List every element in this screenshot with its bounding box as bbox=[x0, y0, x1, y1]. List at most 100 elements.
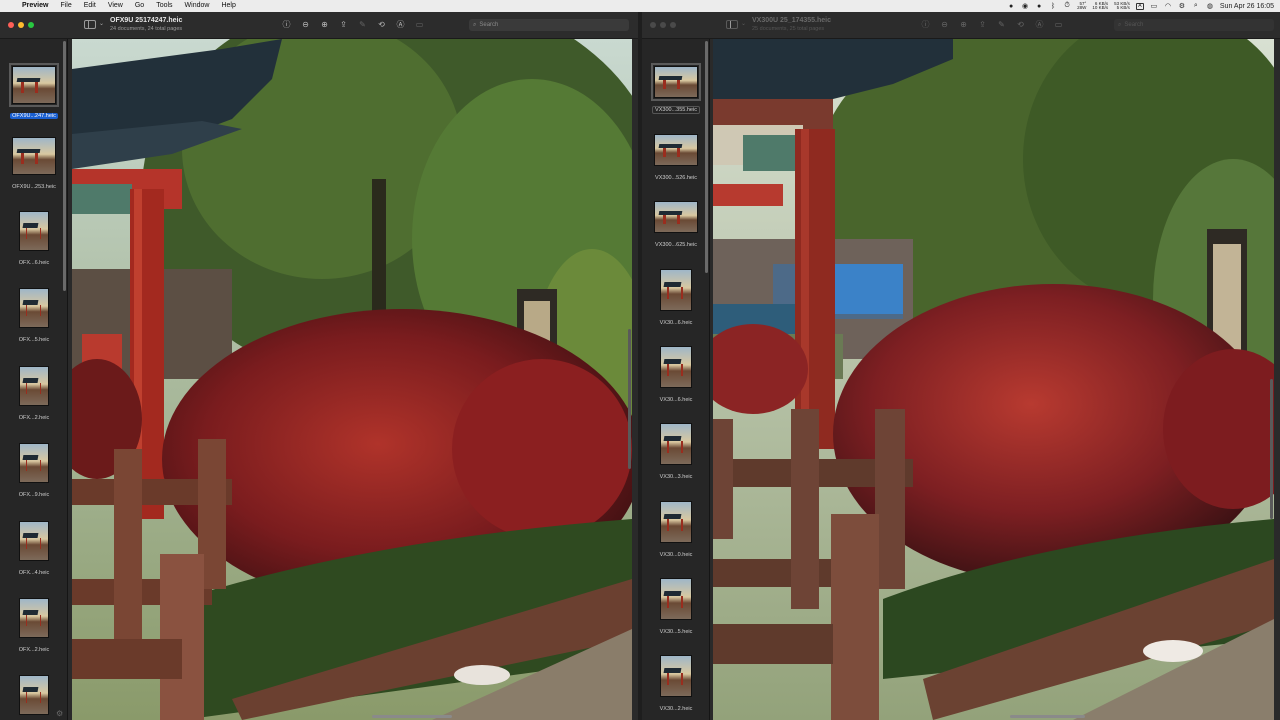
zoom-button[interactable] bbox=[670, 22, 676, 28]
toolbar: ⓘ ⊖ ⊕ ⇪ ✎ ⟲ Ⓐ ▭ bbox=[281, 19, 425, 30]
photo-view-right[interactable] bbox=[713, 39, 1274, 720]
document-title[interactable]: VX300U 25_174355.heic bbox=[752, 17, 831, 24]
timer-icon[interactable]: ⏱ bbox=[1063, 2, 1071, 10]
thumbnail-item[interactable]: VX30...3.heic bbox=[642, 423, 710, 483]
thumbnail-item[interactable]: VX300...625.heic bbox=[642, 201, 710, 251]
thumbnail-item[interactable]: VX30...0.heic bbox=[642, 501, 710, 561]
airplay-icon[interactable]: ▭ bbox=[1150, 3, 1158, 10]
thumbnail-item[interactable]: OFX...4.heic bbox=[0, 521, 68, 579]
thumbnail-item[interactable]: VX30...6.heic bbox=[642, 346, 710, 406]
annotate-icon[interactable]: Ⓐ bbox=[1034, 19, 1045, 30]
net-stats-2[interactable]: 53 KB/s 5 KB/s bbox=[1114, 1, 1130, 11]
chevron-down-icon[interactable]: ⌄ bbox=[741, 20, 746, 27]
thumbnail-item[interactable]: VX300...355.heic bbox=[642, 63, 710, 116]
sidebar-scrollbar[interactable] bbox=[705, 41, 708, 273]
share-icon[interactable]: ⇪ bbox=[977, 19, 988, 30]
thumbnail-image bbox=[654, 201, 698, 233]
chat-icon[interactable]: ● bbox=[1035, 3, 1043, 10]
status-area: ● ◉ ● ᛒ ⏱ 57° 28W 6 KB/s 10 KB/s 53 KB/s 5 … bbox=[1007, 0, 1274, 12]
thumbnail-image bbox=[651, 63, 701, 101]
thumbnail-label: VX30...6.heic bbox=[659, 320, 693, 326]
cpu-power: 28W bbox=[1077, 5, 1087, 10]
titlebar-left: ⌄ OFX9U 25174247.heic 24 documents, 24 t… bbox=[0, 12, 638, 39]
chevron-down-icon[interactable]: ⌄ bbox=[99, 20, 104, 27]
thumbnail-image bbox=[12, 137, 56, 175]
form-icon[interactable]: ▭ bbox=[1053, 19, 1064, 30]
info-icon[interactable]: ⓘ bbox=[281, 19, 292, 30]
thumbnail-item[interactable]: OFX...2.heic bbox=[0, 366, 68, 424]
thumbnail-label: OFX...6.heic bbox=[18, 260, 50, 266]
zoom-out-icon[interactable]: ⊖ bbox=[939, 19, 950, 30]
thumbnail-label: OFX...9.heic bbox=[18, 492, 50, 498]
thumbnail-item[interactable]: OFX...2.heic bbox=[0, 598, 68, 656]
minimize-button[interactable] bbox=[18, 22, 24, 28]
cpu-stats[interactable]: 57° 28W bbox=[1077, 1, 1087, 11]
gear-icon[interactable]: ⚙ bbox=[56, 709, 63, 718]
bluetooth-icon[interactable]: ᛒ bbox=[1049, 3, 1057, 10]
horizontal-scrollbar[interactable] bbox=[1010, 715, 1085, 718]
thumbnail-item[interactable]: OFX9U...247.heic bbox=[0, 63, 68, 122]
horizontal-scrollbar[interactable] bbox=[372, 715, 452, 718]
close-button[interactable] bbox=[650, 22, 656, 28]
titlebar-right: ⌄ VX300U 25_174355.heic 25 documents, 25… bbox=[642, 12, 1280, 39]
status-dot-icon[interactable]: ● bbox=[1007, 3, 1015, 10]
close-button[interactable] bbox=[8, 22, 14, 28]
menu-clock[interactable]: Sun Apr 26 16:05 bbox=[1220, 3, 1274, 10]
preview-window-left: ⌄ OFX9U 25174247.heic 24 documents, 24 t… bbox=[0, 12, 638, 720]
menu-help[interactable]: Help bbox=[215, 0, 241, 12]
rotate-icon[interactable]: ⟲ bbox=[376, 19, 387, 30]
markup-icon[interactable]: ✎ bbox=[357, 19, 368, 30]
thumbnail-sidebar-right[interactable]: VX300...355.heic VX300...526.heic VX300.… bbox=[642, 39, 710, 720]
wechat-icon[interactable]: ◉ bbox=[1021, 3, 1029, 10]
menu-tools[interactable]: Tools bbox=[150, 0, 178, 12]
search-field[interactable]: ⌕ Search bbox=[469, 19, 629, 31]
menu-items: Preview File Edit View Go Tools Window H… bbox=[18, 0, 242, 12]
menu-window[interactable]: Window bbox=[179, 0, 216, 12]
share-icon[interactable]: ⇪ bbox=[338, 19, 349, 30]
thumbnail-label: VX30...3.heic bbox=[659, 474, 693, 480]
sidebar-scrollbar[interactable] bbox=[63, 41, 66, 291]
thumbnail-image bbox=[660, 346, 692, 388]
document-title[interactable]: OFX9U 25174247.heic bbox=[110, 17, 182, 24]
rotate-icon[interactable]: ⟲ bbox=[1015, 19, 1026, 30]
zoom-out-icon[interactable]: ⊖ bbox=[300, 19, 311, 30]
zoom-in-icon[interactable]: ⊕ bbox=[319, 19, 330, 30]
thumbnail-item[interactable]: OFX...5.heic bbox=[0, 288, 68, 346]
control-center-icon[interactable]: ⚙ bbox=[1178, 3, 1186, 10]
annotate-icon[interactable]: Ⓐ bbox=[395, 19, 406, 30]
thumbnail-image bbox=[660, 501, 692, 543]
menu-view[interactable]: View bbox=[102, 0, 129, 12]
thumbnail-item[interactable]: VX300...526.heic bbox=[642, 134, 710, 184]
menu-file[interactable]: File bbox=[54, 0, 77, 12]
zoom-in-icon[interactable]: ⊕ bbox=[958, 19, 969, 30]
photo-view-left[interactable] bbox=[72, 39, 632, 720]
menu-edit[interactable]: Edit bbox=[78, 0, 102, 12]
thumbnail-sidebar-left[interactable]: OFX9U...247.heic OFX9U...253.heic OFX...… bbox=[0, 39, 68, 720]
wifi-icon[interactable]: ◠ bbox=[1164, 3, 1172, 10]
markup-icon[interactable]: ✎ bbox=[996, 19, 1007, 30]
menu-bar: Preview File Edit View Go Tools Window H… bbox=[0, 0, 1280, 12]
input-source-icon[interactable]: A bbox=[1135, 2, 1144, 10]
thumbnail-image bbox=[19, 521, 49, 561]
vertical-scrollbar[interactable] bbox=[1270, 379, 1273, 519]
thumbnail-item[interactable]: VX30...6.heic bbox=[642, 269, 710, 329]
thumbnail-item[interactable]: OFX...6.heic bbox=[0, 211, 68, 269]
net-stats-1[interactable]: 6 KB/s 10 KB/s bbox=[1092, 1, 1108, 11]
thumbnail-item[interactable]: OFX9U...253.heic bbox=[0, 137, 68, 193]
thumbnail-item[interactable]: VX30...2.heic bbox=[642, 655, 710, 715]
vertical-scrollbar[interactable] bbox=[628, 329, 631, 469]
minimize-button[interactable] bbox=[660, 22, 666, 28]
thumbnail-item[interactable]: OFX...9.heic bbox=[0, 443, 68, 501]
thumbnail-label: VX300...355.heic bbox=[652, 106, 700, 114]
sidebar-toggle-icon[interactable] bbox=[84, 20, 96, 29]
zoom-button[interactable] bbox=[28, 22, 34, 28]
siri-icon[interactable]: ◍ bbox=[1206, 3, 1214, 10]
info-icon[interactable]: ⓘ bbox=[920, 19, 931, 30]
menu-app-name[interactable]: Preview bbox=[18, 0, 54, 12]
menu-go[interactable]: Go bbox=[129, 0, 150, 12]
spotlight-icon[interactable]: ⌕ bbox=[1192, 2, 1200, 10]
search-field[interactable]: ⌕ Search bbox=[1114, 19, 1274, 31]
sidebar-toggle-icon[interactable] bbox=[726, 20, 738, 29]
form-icon[interactable]: ▭ bbox=[414, 19, 425, 30]
thumbnail-item[interactable]: VX30...5.heic bbox=[642, 578, 710, 638]
